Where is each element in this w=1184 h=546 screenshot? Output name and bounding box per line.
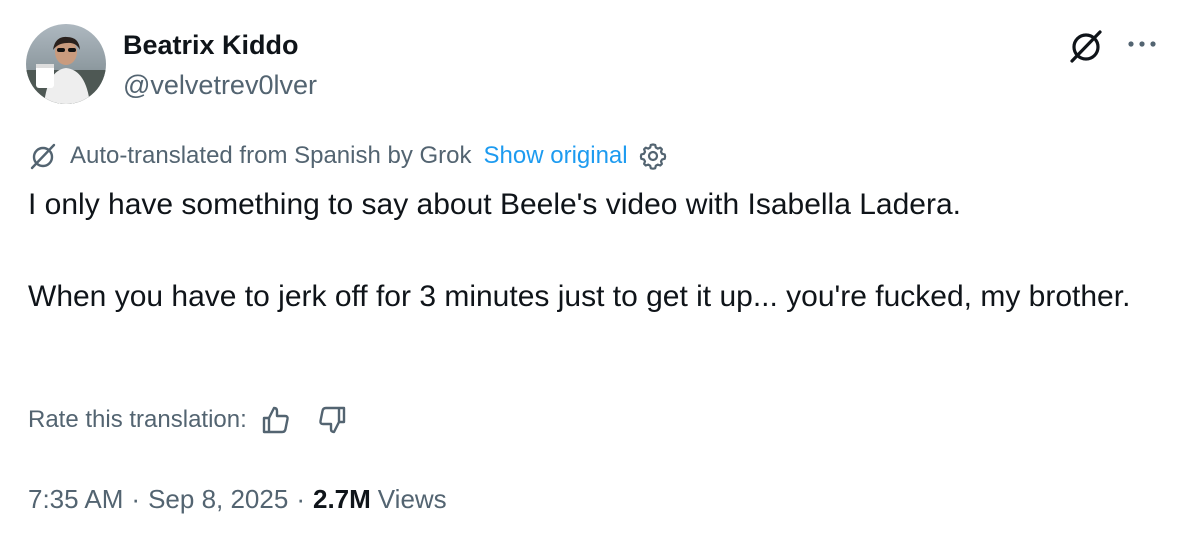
tweet-text: I only have something to say about Beele… [28,182,1158,320]
thumbs-down-icon[interactable] [315,403,349,437]
gear-icon[interactable] [638,141,668,171]
grok-icon [28,141,58,171]
views-count[interactable]: 2.7M [313,484,371,515]
tweet-date[interactable]: Sep 8, 2025 [148,484,288,515]
translation-label: Auto-translated from Spanish by Grok [70,142,472,169]
rate-translation-label: Rate this translation: [28,406,247,433]
show-original-link[interactable]: Show original [484,142,628,170]
tweet-paragraph: I only have something to say about Beele… [28,188,961,221]
views-label[interactable]: Views [378,484,447,515]
author-display-name[interactable]: Beatrix Kiddo [123,28,299,62]
tweet-meta: 7:35 AM · Sep 8, 2025 · 2.7M Views [28,480,447,518]
tweet-paragraph: When you have to jerk off for 3 minutes … [28,280,1131,313]
more-options-icon[interactable] [1124,28,1160,60]
rate-translation: Rate this translation: [28,400,349,440]
grok-icon[interactable] [1066,26,1106,66]
avatar[interactable] [26,24,106,104]
avatar-image [26,24,106,104]
meta-separator: · [296,483,305,514]
tweet-time[interactable]: 7:35 AM [28,484,123,515]
author-handle[interactable]: @velvetrev0lver [123,68,317,102]
meta-separator: · [131,483,141,514]
translation-notice: Auto-translated from Spanish by Grok Sho… [28,138,668,174]
thumbs-up-icon[interactable] [259,403,293,437]
